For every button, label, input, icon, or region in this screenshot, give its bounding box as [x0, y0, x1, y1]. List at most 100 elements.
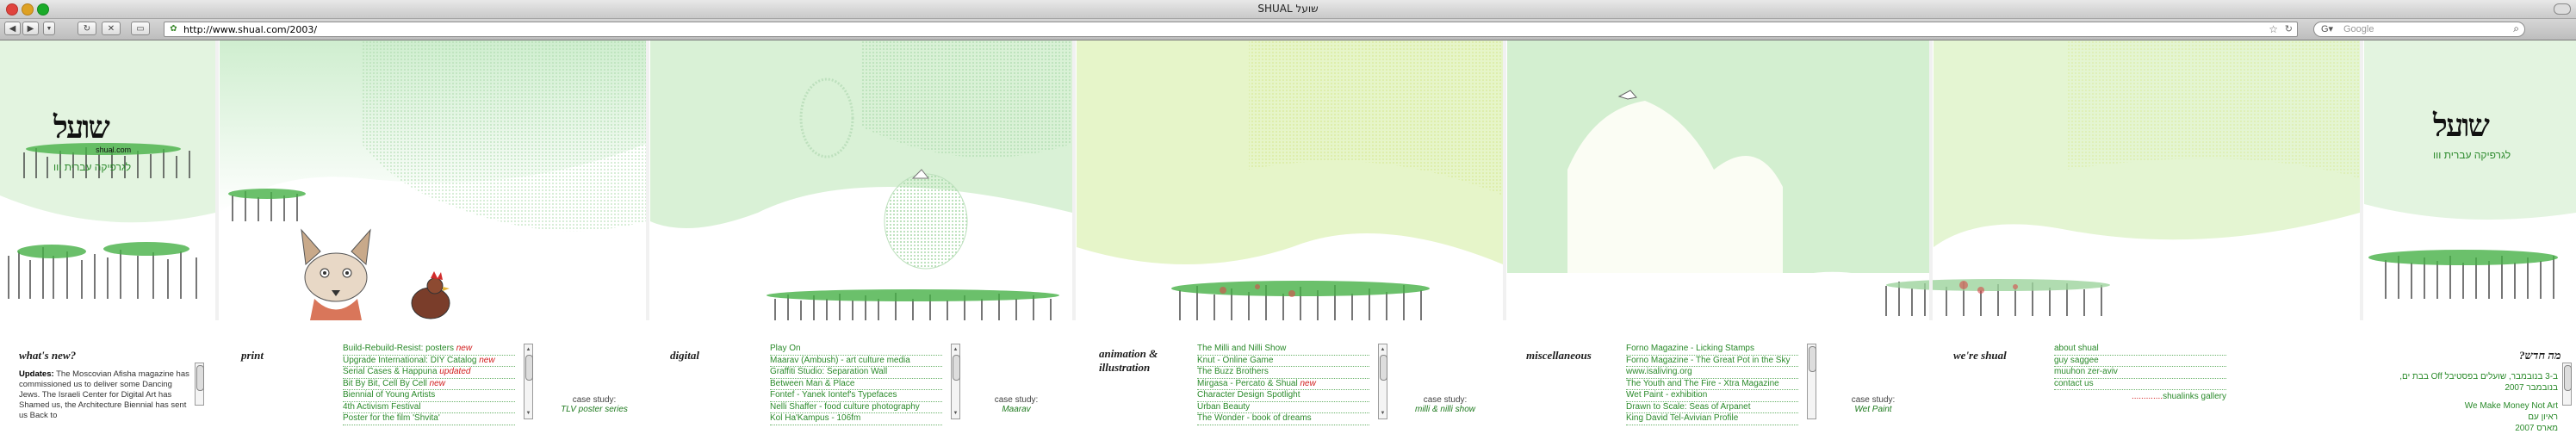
digital-scrollbar[interactable]: ▲ ▼ [951, 344, 960, 419]
list-item[interactable]: Bit By Bit, Cell By Cell new [343, 379, 515, 390]
case-title[interactable]: TLV poster series [551, 405, 637, 414]
stop-button[interactable]: ✕ [102, 22, 121, 35]
list-item[interactable]: Forno Magazine - The Great Pot in the Sk… [1626, 356, 1798, 367]
list-item[interactable]: The Youth and The Fire - Xtra Magazine [1626, 379, 1798, 390]
case-label: case study: [572, 395, 617, 405]
misc-scrollbar[interactable] [1807, 344, 1816, 419]
list-item[interactable]: The Buzz Brothers [1197, 367, 1369, 379]
list-item[interactable]: Fontef - Yanek Iontef's Typefaces [770, 390, 942, 402]
list-item[interactable]: The Wonder - book of dreams [1197, 413, 1369, 425]
scroll-thumb[interactable] [1380, 355, 1387, 381]
case-label: case study: [1851, 395, 1896, 405]
case-title[interactable]: milli & nilli show [1402, 405, 1488, 414]
toolbar-toggle-button[interactable] [2554, 3, 2571, 15]
list-item[interactable]: Nelli Shaffer - food culture photography [770, 402, 942, 413]
logo-tagline-mark-right: ווו [2433, 149, 2442, 161]
case-title[interactable]: Maarav [973, 405, 1059, 414]
address-reload-icon[interactable]: ↻ [2285, 23, 2293, 34]
print-list: Build-Rebuild-Resist: posters new Upgrad… [343, 344, 515, 425]
scroll-thumb[interactable] [2564, 365, 2572, 391]
address-url: http://www.shual.com/2003/ [183, 24, 318, 35]
history-dropdown-button[interactable]: ▼ [43, 22, 55, 35]
shual-logo-right[interactable]: שועל לגרפיקה עברית ווו [2433, 108, 2511, 161]
list-item[interactable]: King David Tel-Avivian Profile [1626, 413, 1798, 425]
news-scrollbar[interactable] [195, 363, 204, 406]
logo-tagline-text-right: לגרפיקה עברית [2443, 149, 2511, 161]
list-item[interactable]: The Milli and Nilli Show [1197, 344, 1369, 356]
list-item[interactable]: Upgrade International: DIY Catalog new [343, 356, 515, 367]
shual-title: we're shual [1953, 349, 2007, 362]
print-title: print [241, 349, 264, 362]
search-field[interactable]: G▾ Google ⌕ [2313, 22, 2525, 37]
animation-scrollbar[interactable]: ▲ ▼ [1378, 344, 1387, 419]
gallery-link[interactable]: .............shualinks gallery [2054, 392, 2226, 403]
list-item[interactable]: Biennial of Young Artists [343, 390, 515, 402]
print-case-study[interactable]: case study: TLV poster series [551, 395, 637, 414]
shual-logo-left[interactable]: שועל shual.com לגרפיקה עברית ווו [53, 109, 131, 173]
search-placeholder: Google [2343, 24, 2374, 34]
animation-list: The Milli and Nilli Show Knut - Online G… [1197, 344, 1369, 425]
list-item[interactable]: Forno Magazine - Licking Stamps [1626, 344, 1798, 356]
list-item[interactable]: contact us [2054, 379, 2226, 390]
search-icon[interactable]: ⌕ [2513, 22, 2519, 35]
web-page: שועל shual.com לגרפיקה עברית ווו שועל לג… [0, 40, 2576, 434]
news-prefix: Updates: [19, 369, 54, 379]
hebrew-news-line: מארס 2007 [2515, 424, 2558, 433]
bookmark-star-icon[interactable]: ☆ [2269, 23, 2278, 35]
forward-arrow-icon: ▶ [27, 24, 34, 34]
list-item[interactable]: Character Design Spotlight [1197, 390, 1369, 402]
search-engine-icon[interactable]: G▾ [2321, 23, 2333, 34]
logo-wordmark-right: שועל [2433, 108, 2490, 144]
digital-list: Play On Maarav (Ambush) - art culture me… [770, 344, 942, 425]
bookmarks-button[interactable]: ▭ [131, 22, 150, 35]
scroll-thumb[interactable] [196, 365, 204, 391]
panorama-illustration [0, 40, 2576, 320]
hebrew-news-line[interactable]: We Make Money Not Art [2373, 400, 2558, 412]
list-item[interactable]: Kol Ha'Kampus - 106fm [770, 413, 942, 425]
list-item[interactable]: Build-Rebuild-Resist: posters new [343, 344, 515, 356]
list-item[interactable]: Graffiti Studio: Separation Wall [770, 367, 942, 379]
misc-case-study[interactable]: case study: Wet Paint [1830, 395, 1916, 414]
hebrew-news-line[interactable]: ב-3 בנובמבר, שועלים בפסטיבל Off בבת ים, [2373, 371, 2558, 382]
list-item[interactable]: Maarav (Ambush) - art culture media [770, 356, 942, 367]
case-title[interactable]: Wet Paint [1830, 405, 1916, 414]
digital-case-study[interactable]: case study: Maarav [973, 395, 1059, 414]
logo-tagline: לגרפיקה עברית ווו [53, 161, 131, 173]
list-item[interactable]: Urban Beauty [1197, 402, 1369, 413]
book-icon: ▭ [136, 24, 145, 34]
address-bar[interactable]: ✿ http://www.shual.com/2003/ ☆ ↻ [164, 22, 2298, 37]
scroll-thumb[interactable] [1809, 346, 1816, 372]
close-icon: ✕ [107, 24, 115, 34]
list-item[interactable]: Between Man & Place [770, 379, 942, 390]
whats-new-text: Updates: The Moscovian Afisha magazine h… [19, 369, 191, 421]
animation-case-study[interactable]: case study: milli & nilli show [1402, 395, 1488, 414]
list-item[interactable]: muuhon zer-aviv [2054, 367, 2226, 379]
hebrew-whats-new-title: מה חדש? [2519, 349, 2561, 362]
list-item[interactable]: Poster for the film 'Shvita' [343, 413, 515, 425]
list-item[interactable]: about shual [2054, 344, 2226, 356]
back-arrow-icon: ◀ [9, 24, 16, 34]
hebrew-scrollbar[interactable] [2562, 363, 2572, 406]
logo-tagline-mark: ווו [53, 161, 62, 173]
list-item[interactable]: 4th Activism Festival [343, 402, 515, 413]
hebrew-news-line: ראיון עם [2528, 412, 2558, 422]
list-item[interactable]: www.isaliving.org [1626, 367, 1798, 379]
forward-button[interactable]: ▶ [22, 22, 39, 35]
shual-list: about shual guy saggee muuhon zer-aviv c… [2054, 344, 2226, 403]
list-item[interactable]: Wet Paint - exhibition [1626, 390, 1798, 402]
list-item[interactable]: Serial Cases & Happuna updated [343, 367, 515, 379]
print-scrollbar[interactable]: ▲ ▼ [524, 344, 533, 419]
case-label: case study: [994, 395, 1039, 405]
list-item[interactable]: Knut - Online Game [1197, 356, 1369, 367]
list-item[interactable]: Mirgasa - Percato & Shual new [1197, 379, 1369, 390]
scroll-thumb[interactable] [953, 355, 960, 381]
scroll-thumb[interactable] [525, 355, 533, 381]
back-button[interactable]: ◀ [4, 22, 21, 35]
list-item[interactable]: Play On [770, 344, 942, 356]
reload-button[interactable]: ↻ [78, 22, 96, 35]
logo-tagline-text: לגרפיקה עברית [64, 161, 132, 173]
window-title: SHUAL שועל [1257, 3, 1319, 15]
list-item[interactable]: guy saggee [2054, 356, 2226, 367]
hebrew-news: ב-3 בנובמבר, שועלים בפסטיבל Off בבת ים, … [2373, 371, 2558, 434]
list-item[interactable]: Drawn to Scale: Seas of Arpanet [1626, 402, 1798, 413]
